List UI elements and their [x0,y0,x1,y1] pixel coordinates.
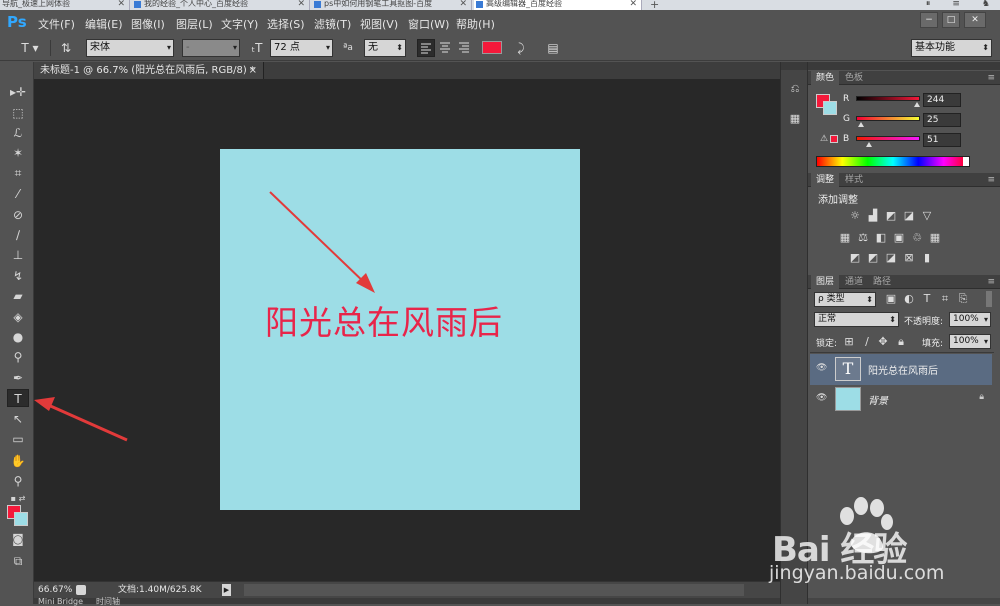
gamut-color-swatch[interactable] [830,135,838,143]
filter-shape-icon[interactable]: ⌗ [938,293,952,305]
layers-panel-header: 图层 通道 路径 ≡ [808,275,1000,289]
panel-menu-icon[interactable]: ≡ [987,275,995,289]
panel-menu-icon[interactable]: ≡ [987,71,995,85]
filter-pixel-icon[interactable]: ▣ [884,293,898,305]
color-balance-icon[interactable]: ⚖ [856,232,870,244]
gradient-map-icon[interactable]: ▮ [920,252,934,264]
brightness-icon[interactable]: ☼ [848,210,862,222]
opacity-value: 100% [953,314,979,324]
panels-header [808,62,1000,70]
opacity-label: 不透明度: [904,317,944,327]
layer-row-text[interactable]: 👁︎ T 阳光总在风雨后 [810,354,992,385]
vibrance-icon[interactable]: ▽ [920,210,934,222]
spectrum-white[interactable] [963,157,969,166]
slider-triangle-icon[interactable] [914,102,920,107]
levels-icon[interactable]: ▟ [866,210,880,222]
color-panel-header: 颜色 色板 ≡ [808,71,1000,85]
exposure-icon[interactable]: ◪ [902,210,916,222]
r-label: R [843,94,850,104]
filter-adjustment-icon[interactable]: ◐ [902,293,916,305]
chevron-down-icon: ▾ [983,337,988,346]
chevron-down-icon: ⬍ [889,315,896,324]
chevron-down-icon: ▾ [983,315,988,324]
color-lookup-icon[interactable]: ▦ [928,232,942,244]
panel-menu-icon[interactable]: ≡ [987,173,995,187]
adjustments-title: 添加调整 [818,195,858,206]
lock-transparent-icon[interactable]: ⊞ [842,336,856,348]
text-layer-thumbnail-icon: T [835,357,861,381]
arrow-to-text [269,191,369,287]
lock-image-icon[interactable]: ∕ [860,336,874,348]
fill-input[interactable]: 100% ▾ [949,334,991,349]
visibility-eye-icon[interactable]: 👁︎ [816,393,827,403]
background-layer-thumbnail [835,387,861,411]
selective-color-icon[interactable]: ⊠ [902,252,916,264]
curves-icon[interactable]: ◩ [884,210,898,222]
divider [810,352,994,353]
tab-adjustments[interactable]: 调整 [811,173,840,187]
layer-row-background[interactable]: 👁︎ 背景 🔒︎ [810,384,992,415]
layer-filter-select[interactable]: ρ 类型 ⬍ [814,292,876,307]
invert-icon[interactable]: ◩ [848,252,862,264]
lock-position-icon[interactable]: ✥ [876,336,890,348]
adjustments-panel-header: 调整 样式 ≡ [808,173,1000,187]
blue-value[interactable]: 51 [923,133,961,147]
opacity-input[interactable]: 100% ▾ [949,312,991,327]
black-white-icon[interactable]: ◧ [874,232,888,244]
photo-filter-icon[interactable]: ▣ [892,232,906,244]
history-panel-icon[interactable]: ⎌ [786,80,804,98]
arrow-to-type-tool [45,402,128,442]
tab-color[interactable]: 颜色 [811,71,840,85]
layer-filter-value: ρ 类型 [818,294,845,304]
arrow-head [34,397,55,411]
filter-toggle[interactable] [986,291,992,307]
fill-label: 填充: [922,339,944,349]
dock-header [781,62,807,70]
slider-triangle-icon[interactable] [858,122,864,127]
red-slider[interactable] [856,96,920,101]
red-value[interactable]: 244 [923,93,961,107]
tab-paths[interactable]: 路径 [868,275,896,289]
baidu-watermark: Bai 经验 jingyan.baidu.com [765,490,975,600]
chevron-down-icon: ⬍ [866,295,873,304]
gamut-warning-icon[interactable]: ⚠ [820,134,828,144]
blue-slider[interactable] [856,136,920,141]
channel-mixer-icon[interactable]: ♲ [910,232,924,244]
tab-layers[interactable]: 图层 [811,275,840,289]
filter-type-icon[interactable]: T [920,293,934,305]
lock-label: 锁定: [816,339,838,349]
tab-styles[interactable]: 样式 [840,173,868,187]
blend-mode-value: 正常 [818,314,837,324]
b-label: B [843,134,850,144]
watermark-url: jingyan.baidu.com [769,562,945,584]
posterize-icon[interactable]: ◩ [866,252,880,264]
color-spectrum[interactable] [816,156,970,167]
fill-value: 100% [953,336,979,346]
filter-smart-object-icon[interactable]: ⎘ [956,293,970,305]
properties-panel-icon[interactable]: ▦ [786,110,804,128]
background-color-swatch[interactable] [823,101,837,115]
layer-name[interactable]: 阳光总在风雨后 [868,362,938,377]
lock-all-icon[interactable]: 🔒︎ [894,336,908,348]
threshold-icon[interactable]: ◪ [884,252,898,264]
green-value[interactable]: 25 [923,113,961,127]
blend-mode-select[interactable]: 正常 ⬍ [814,312,899,327]
g-label: G [843,114,850,124]
hue-saturation-icon[interactable]: ▦ [838,232,852,244]
tab-swatches[interactable]: 色板 [840,71,868,85]
green-slider[interactable] [856,116,920,121]
visibility-eye-icon[interactable]: 👁︎ [816,363,827,373]
lock-icon: 🔒︎ [979,392,984,402]
layer-name[interactable]: 背景 [868,392,888,407]
slider-triangle-icon[interactable] [866,142,872,147]
tab-channels[interactable]: 通道 [840,275,868,289]
